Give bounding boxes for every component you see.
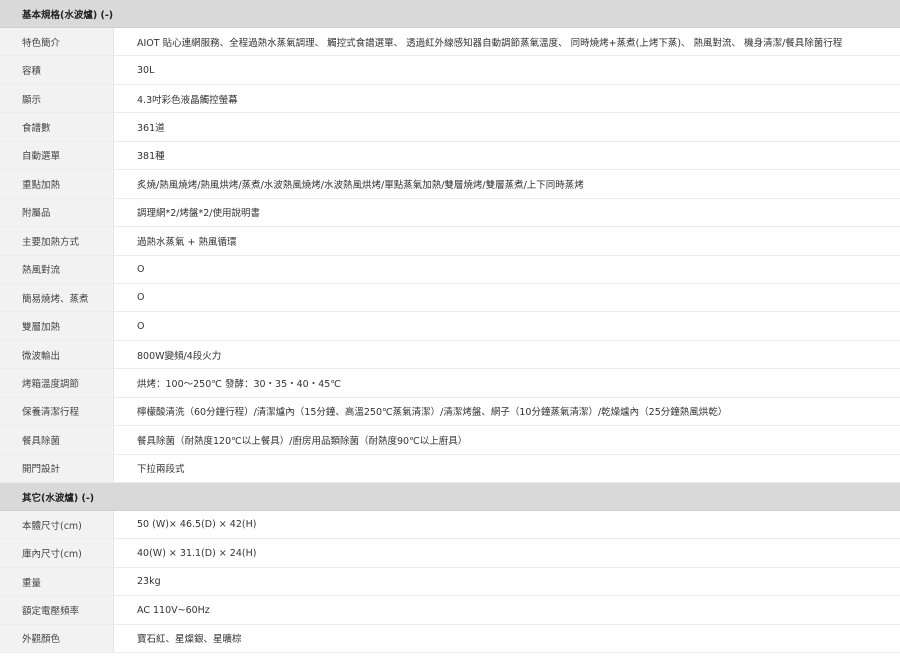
spec-row: 顯示 4.3吋彩色液晶觸控螢幕 bbox=[0, 84, 900, 114]
spec-row: 本體尺寸(cm) 50 (W)× 46.5(D) × 42(H) bbox=[0, 511, 900, 540]
spec-value: 下拉兩段式 bbox=[137, 464, 185, 476]
spec-label: 自動選單 bbox=[0, 141, 114, 170]
spec-row: 簡易燒烤、蒸煮 O bbox=[0, 283, 900, 313]
spec-value: 800W變頻/4段火力 bbox=[137, 350, 222, 362]
section-header[interactable]: 基本規格(水波爐) (-) bbox=[0, 0, 900, 28]
section-rows: 本體尺寸(cm) 50 (W)× 46.5(D) × 42(H) 庫內尺寸(cm… bbox=[0, 511, 900, 654]
spec-section: 基本規格(水波爐) (-) 特色簡介 AIOT 貼心連網服務、全程過熱水蒸氣調理… bbox=[0, 0, 900, 483]
spec-label: 顯示 bbox=[0, 84, 114, 113]
spec-label: 雙層加熱 bbox=[0, 312, 114, 340]
spec-label: 本體尺寸(cm) bbox=[0, 511, 114, 539]
spec-row: 雙層加熱 O bbox=[0, 312, 900, 341]
spec-label: 重量 bbox=[0, 567, 114, 596]
spec-label: 烤箱溫度調節 bbox=[0, 369, 114, 397]
spec-row: 庫內尺寸(cm) 40(W) × 31.1(D) × 24(H) bbox=[0, 539, 900, 568]
spec-value: O bbox=[137, 263, 145, 275]
spec-value: O bbox=[137, 292, 145, 304]
spec-label: 額定電壓頻率 bbox=[0, 596, 114, 624]
spec-row: 附屬品 調理網*2/烤盤*2/使用說明書 bbox=[0, 198, 900, 228]
spec-row: 重量 23kg bbox=[0, 567, 900, 597]
spec-label: 主要加熱方式 bbox=[0, 227, 114, 255]
spec-label: 開門設計 bbox=[0, 454, 114, 482]
section-header[interactable]: 其它(水波爐) (-) bbox=[0, 483, 900, 511]
spec-section: 其它(水波爐) (-) 本體尺寸(cm) 50 (W)× 46.5(D) × 4… bbox=[0, 483, 900, 654]
spec-value: 檸檬酸清洗（60分鐘行程）/清潔爐內（15分鐘、高溫250℃蒸氣清潔）/清潔烤盤… bbox=[137, 407, 728, 419]
spec-label: 附屬品 bbox=[0, 198, 114, 227]
spec-value: AIOT 貼心連網服務、全程過熱水蒸氣調理、 觸控式食譜選單、 透過紅外線感知器… bbox=[137, 37, 843, 49]
spec-label: 容積 bbox=[0, 56, 114, 84]
spec-label: 庫內尺寸(cm) bbox=[0, 539, 114, 567]
spec-row: 特色簡介 AIOT 貼心連網服務、全程過熱水蒸氣調理、 觸控式食譜選單、 透過紅… bbox=[0, 28, 900, 57]
spec-label: 特色簡介 bbox=[0, 28, 114, 56]
spec-row: 熱風對流 O bbox=[0, 255, 900, 284]
spec-row: 額定電壓頻率 AC 110V~60Hz bbox=[0, 596, 900, 625]
spec-table: 基本規格(水波爐) (-) 特色簡介 AIOT 貼心連網服務、全程過熱水蒸氣調理… bbox=[0, 0, 900, 654]
spec-label: 外觀顏色 bbox=[0, 624, 114, 653]
spec-row: 容積 30L bbox=[0, 56, 900, 85]
spec-label: 熱風對流 bbox=[0, 255, 114, 283]
spec-label: 微波輸出 bbox=[0, 340, 114, 369]
spec-row: 保養清潔行程 檸檬酸清洗（60分鐘行程）/清潔爐內（15分鐘、高溫250℃蒸氣清… bbox=[0, 397, 900, 427]
spec-value: AC 110V~60Hz bbox=[137, 604, 210, 616]
spec-label: 餐具除菌 bbox=[0, 426, 114, 454]
spec-value: 過熱水蒸氣 + 熱風循環 bbox=[137, 236, 237, 248]
spec-value: 361道 bbox=[137, 123, 165, 135]
spec-value: 寶石紅、星燦銀、星曠棕 bbox=[137, 634, 242, 646]
spec-value: 40(W) × 31.1(D) × 24(H) bbox=[137, 547, 257, 559]
spec-value: 381種 bbox=[137, 151, 165, 163]
spec-row: 食譜數 361道 bbox=[0, 113, 900, 142]
spec-row: 開門設計 下拉兩段式 bbox=[0, 454, 900, 483]
spec-label: 重點加熱 bbox=[0, 170, 114, 198]
spec-row: 餐具除菌 餐具除菌（耐熱度120℃以上餐具）/廚房用品類除菌（耐熱度90℃以上廚… bbox=[0, 426, 900, 455]
spec-row: 烤箱溫度調節 烘烤：100～250℃ 發酵：30・35・40・45℃ bbox=[0, 369, 900, 398]
spec-label: 保養清潔行程 bbox=[0, 397, 114, 426]
spec-row: 自動選單 381種 bbox=[0, 141, 900, 171]
spec-row: 重點加熱 炙燒/熱風燒烤/熱風烘烤/蒸煮/水波熱風燒烤/水波熱風烘烤/單點蒸氣加… bbox=[0, 170, 900, 199]
spec-value: 23kg bbox=[137, 576, 161, 588]
spec-label: 簡易燒烤、蒸煮 bbox=[0, 283, 114, 312]
spec-value: 調理網*2/烤盤*2/使用說明書 bbox=[137, 208, 260, 220]
spec-value: 50 (W)× 46.5(D) × 42(H) bbox=[137, 519, 257, 531]
spec-value: 30L bbox=[137, 64, 155, 76]
section-rows: 特色簡介 AIOT 貼心連網服務、全程過熱水蒸氣調理、 觸控式食譜選單、 透過紅… bbox=[0, 28, 900, 483]
spec-value: 餐具除菌（耐熱度120℃以上餐具）/廚房用品類除菌（耐熱度90℃以上廚具） bbox=[137, 435, 468, 447]
spec-value: 4.3吋彩色液晶觸控螢幕 bbox=[137, 94, 238, 106]
spec-row: 主要加熱方式 過熱水蒸氣 + 熱風循環 bbox=[0, 227, 900, 256]
spec-value: 炙燒/熱風燒烤/熱風烘烤/蒸煮/水波熱風燒烤/水波熱風烘烤/單點蒸氣加熱/雙層燒… bbox=[137, 179, 584, 191]
spec-row: 外觀顏色 寶石紅、星燦銀、星曠棕 bbox=[0, 624, 900, 654]
spec-row: 微波輸出 800W變頻/4段火力 bbox=[0, 340, 900, 370]
spec-value: O bbox=[137, 320, 145, 332]
spec-value: 烘烤：100～250℃ 發酵：30・35・40・45℃ bbox=[137, 378, 341, 390]
spec-label: 食譜數 bbox=[0, 113, 114, 141]
